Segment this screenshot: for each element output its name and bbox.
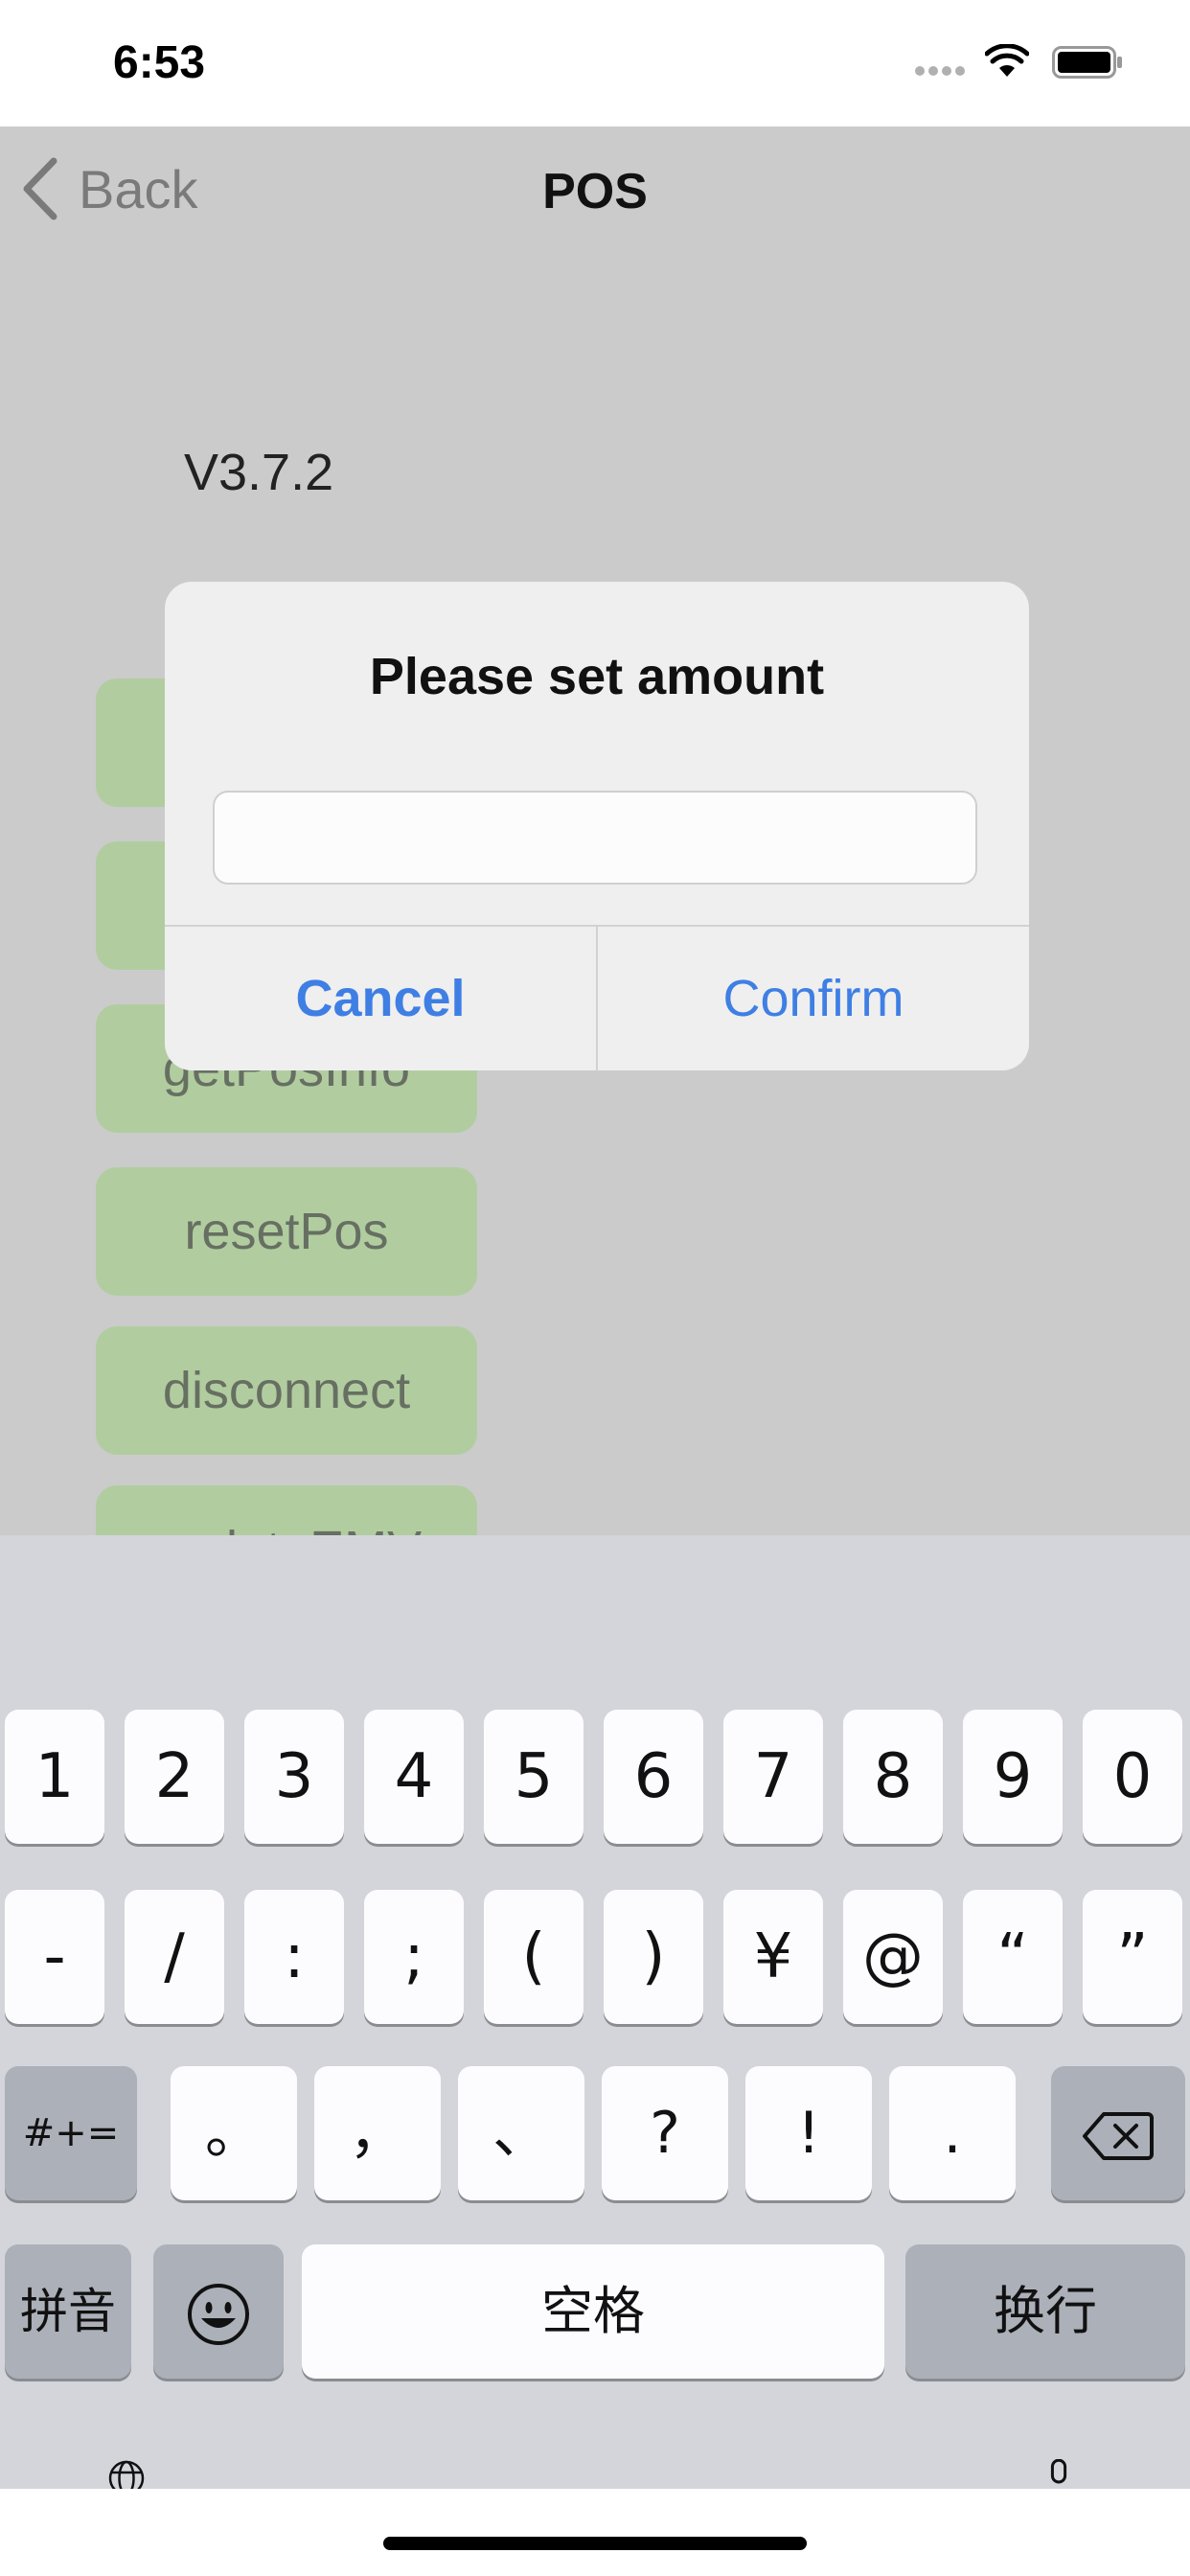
key-1[interactable]: 1: [5, 1710, 104, 1844]
keyboard-row-numbers: 1 2 3 4 5 6 7 8 9 0: [0, 1710, 1190, 1853]
more-symbols-key[interactable]: #+=: [5, 2066, 137, 2200]
set-amount-alert: Please set amount Cancel Confirm: [165, 582, 1029, 1070]
version-label: V3.7.2: [184, 444, 334, 501]
key-2[interactable]: 2: [125, 1710, 224, 1844]
key-open-quote[interactable]: “: [963, 1890, 1063, 2024]
keyboard: 1 2 3 4 5 6 7 8 9 0 - / : ; ( ) ¥ @ “ ” …: [0, 1535, 1190, 2496]
key-colon[interactable]: :: [244, 1890, 344, 2024]
battery-icon: [1052, 46, 1122, 79]
home-indicator-area: [0, 2489, 1190, 2576]
keyboard-row-bottom: 拼音 空格 换行: [0, 2244, 1190, 2388]
wifi-icon: [985, 44, 1029, 77]
key-at[interactable]: @: [843, 1890, 943, 2024]
key-3[interactable]: 3: [244, 1710, 344, 1844]
status-time: 6:53: [113, 37, 206, 88]
key-hyphen[interactable]: -: [5, 1890, 104, 2024]
pos-button-update-emv[interactable]: updateEMV: [96, 1485, 477, 1535]
key-fullwidth-comma[interactable]: ，: [314, 2066, 441, 2200]
key-5[interactable]: 5: [484, 1710, 584, 1844]
backspace-key[interactable]: [1051, 2066, 1185, 2200]
keyboard-row-symbols: - / : ; ( ) ¥ @ “ ”: [0, 1890, 1190, 2034]
return-key[interactable]: 换行: [905, 2244, 1185, 2379]
key-right-paren[interactable]: ): [604, 1890, 703, 2024]
key-7[interactable]: 7: [723, 1710, 823, 1844]
nav-title: POS: [542, 164, 648, 219]
key-exclamation[interactable]: !: [745, 2066, 872, 2200]
key-8[interactable]: 8: [843, 1710, 943, 1844]
key-ideographic-comma[interactable]: 、: [458, 2066, 584, 2200]
emoji-icon: [188, 2284, 249, 2346]
key-period[interactable]: .: [889, 2066, 1016, 2200]
backspace-icon: [1083, 2112, 1154, 2161]
amount-input[interactable]: [213, 791, 977, 885]
pinyin-key[interactable]: 拼音: [5, 2244, 131, 2379]
pos-button-disconnect[interactable]: disconnect: [96, 1326, 477, 1455]
alert-title: Please set amount: [369, 648, 825, 705]
home-indicator[interactable]: [383, 2537, 807, 2550]
key-yen[interactable]: ¥: [723, 1890, 823, 2024]
cellular-signal-icon: [915, 63, 969, 80]
status-bar: 6:53: [0, 0, 1190, 126]
key-4[interactable]: 4: [364, 1710, 464, 1844]
key-9[interactable]: 9: [963, 1710, 1063, 1844]
pos-button-reset-pos[interactable]: resetPos: [96, 1167, 477, 1296]
emoji-key[interactable]: [153, 2244, 284, 2379]
key-6[interactable]: 6: [604, 1710, 703, 1844]
key-semicolon[interactable]: ;: [364, 1890, 464, 2024]
cancel-button[interactable]: Cancel: [165, 927, 596, 1070]
key-left-paren[interactable]: (: [484, 1890, 584, 2024]
key-0[interactable]: 0: [1083, 1710, 1182, 1844]
key-question[interactable]: ?: [602, 2066, 728, 2200]
keyboard-row-punctuation: #+= 。 ， 、 ? ! .: [0, 2066, 1190, 2210]
space-key[interactable]: 空格: [302, 2244, 884, 2379]
confirm-button[interactable]: Confirm: [598, 927, 1029, 1070]
key-close-quote[interactable]: ”: [1083, 1890, 1182, 2024]
key-ideographic-period[interactable]: 。: [171, 2066, 297, 2200]
key-slash[interactable]: /: [125, 1890, 224, 2024]
